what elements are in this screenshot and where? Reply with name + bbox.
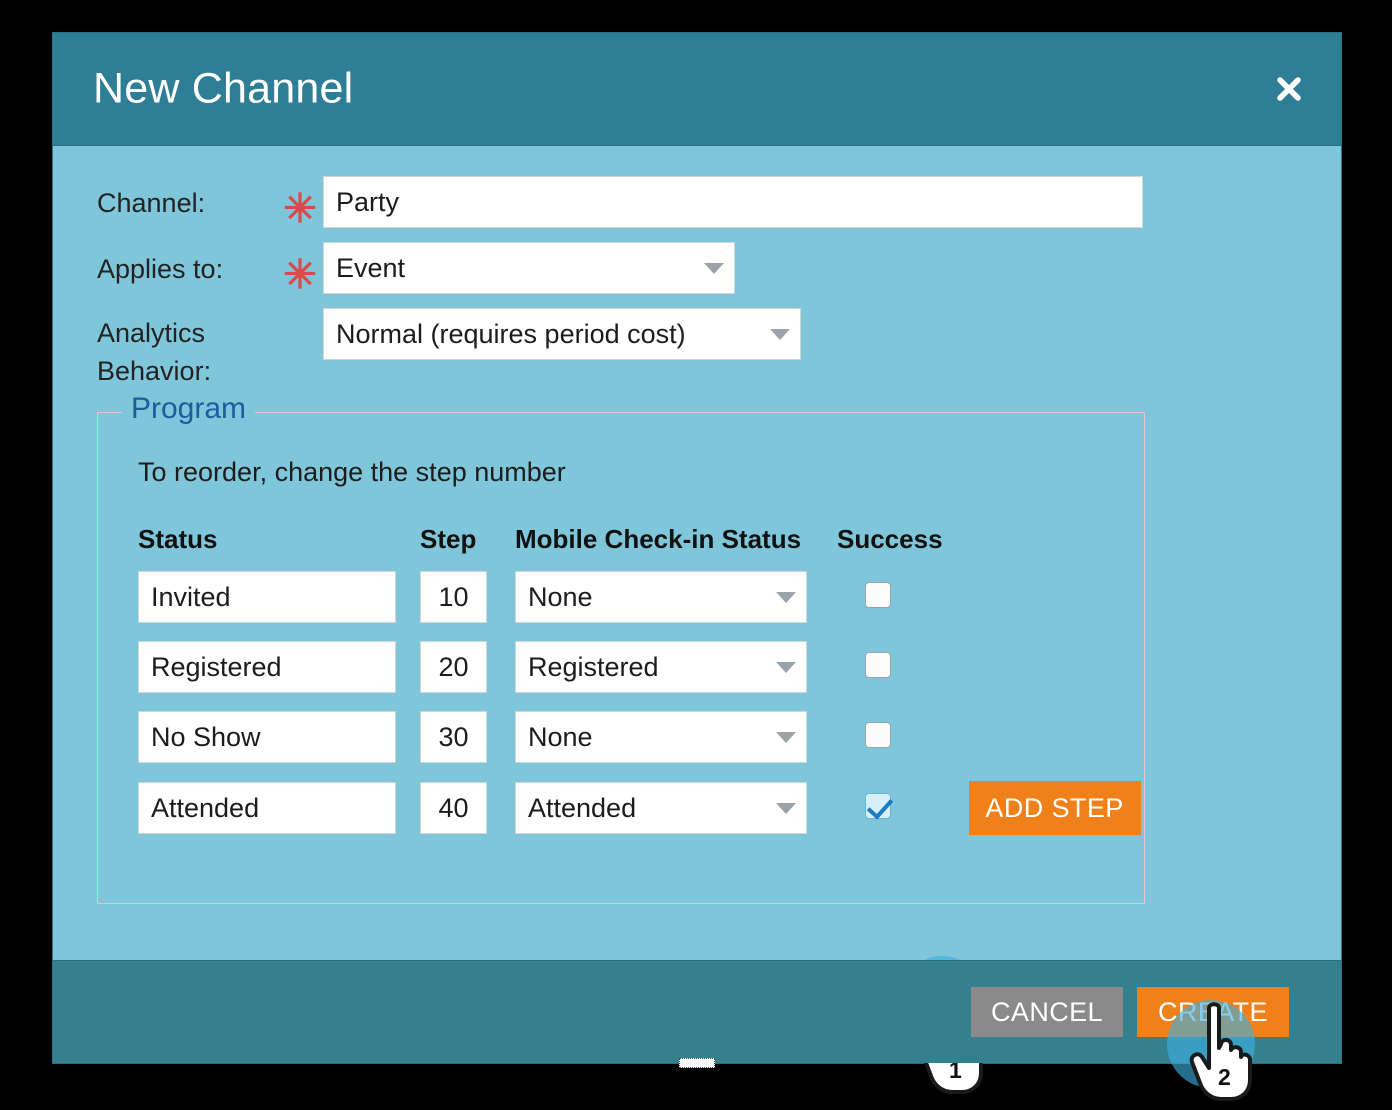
chevron-down-icon (776, 661, 796, 673)
required-asterisk-icon: ✳ (283, 187, 317, 231)
column-header-mobile-checkin-status: Mobile Check-in Status (515, 524, 802, 554)
success-checkbox-row-4[interactable] (865, 792, 891, 819)
add-step-button[interactable]: ADD STEP (968, 781, 1141, 835)
mobile-checkin-select-row-2[interactable]: Registered (515, 641, 807, 693)
table-row: Registered (138, 641, 1141, 711)
status-input-row-4[interactable] (138, 782, 396, 834)
status-input-row-2[interactable] (138, 641, 396, 693)
status-input-row-1[interactable] (138, 571, 396, 623)
dialog-footer: CANCEL CREATE (53, 960, 1341, 1068)
applies-to-label: Applies to: (97, 254, 224, 284)
channel-label: Channel: (97, 188, 206, 218)
channel-input[interactable] (323, 176, 1143, 228)
create-button[interactable]: CREATE (1137, 987, 1289, 1037)
new-channel-dialog: New Channel Channel: ✳ Applies to: ✳ Eve… (52, 32, 1342, 1094)
step-input-row-3[interactable] (420, 711, 487, 763)
step-input-row-2[interactable] (420, 641, 487, 693)
applies-to-select[interactable]: Event (323, 242, 735, 294)
table-row: Attended ADD STEP (138, 781, 1141, 853)
mobile-checkin-select-row-1[interactable]: None (515, 571, 807, 623)
chevron-down-icon (776, 802, 796, 814)
field-row-analytics-behavior: Analytics Behavior: Normal (requires per… (97, 308, 1297, 390)
chevron-down-icon (704, 262, 724, 274)
success-checkbox-row-1[interactable] (865, 581, 891, 608)
mobile-checkin-value-row-3: None (528, 721, 593, 752)
step-input-row-4[interactable] (420, 782, 487, 834)
mobile-checkin-select-row-4[interactable]: Attended (515, 782, 807, 834)
dialog-header: New Channel (53, 33, 1341, 146)
analytics-behavior-select[interactable]: Normal (requires period cost) (323, 308, 801, 360)
chevron-down-icon (770, 328, 790, 340)
analytics-behavior-value: Normal (requires period cost) (336, 318, 686, 349)
program-section: Program To reorder, change the step numb… (97, 392, 1145, 904)
reorder-note: To reorder, change the step number (138, 457, 566, 487)
close-icon[interactable] (1269, 69, 1309, 109)
table-header-row: Status Step Mobile Check-in Status Succe… (138, 524, 1141, 571)
cancel-button[interactable]: CANCEL (971, 987, 1123, 1037)
step-input-row-1[interactable] (420, 571, 487, 623)
chevron-down-icon (776, 591, 796, 603)
program-legend: Program (122, 392, 256, 426)
column-header-step: Step (420, 524, 477, 554)
analytics-behavior-label: Analytics Behavior: (97, 308, 277, 390)
mobile-checkin-select-row-3[interactable]: None (515, 711, 807, 763)
table-row: None (138, 711, 1141, 781)
analytics-behavior-label-line2: Behavior: (97, 356, 212, 386)
mobile-checkin-value-row-4: Attended (528, 792, 637, 823)
required-asterisk-icon: ✳ (283, 253, 317, 297)
mobile-checkin-value-row-1: None (528, 581, 593, 612)
program-steps-table: Status Step Mobile Check-in Status Succe… (138, 524, 1141, 853)
page-title: New Channel (93, 64, 354, 113)
success-checkbox-row-3[interactable] (865, 721, 891, 748)
resize-handle[interactable] (679, 1058, 715, 1068)
mobile-checkin-value-row-2: Registered (528, 651, 659, 682)
annotation-badge-2: 2 (1218, 1064, 1231, 1090)
field-row-channel: Channel: ✳ (97, 176, 1297, 231)
table-row: None (138, 571, 1141, 641)
column-header-success: Success (837, 524, 943, 554)
success-checkbox-row-2[interactable] (865, 651, 891, 678)
chevron-down-icon (776, 731, 796, 743)
required-asterisk-placeholder (277, 308, 323, 360)
status-input-row-3[interactable] (138, 711, 396, 763)
column-header-actions (943, 524, 1141, 571)
column-header-status: Status (138, 524, 218, 554)
field-row-applies-to: Applies to: ✳ Event (97, 242, 1297, 297)
analytics-behavior-label-line1: Analytics (97, 318, 206, 348)
dialog-body: Channel: ✳ Applies to: ✳ Event Analytics… (53, 146, 1341, 1094)
applies-to-value: Event (336, 252, 406, 283)
